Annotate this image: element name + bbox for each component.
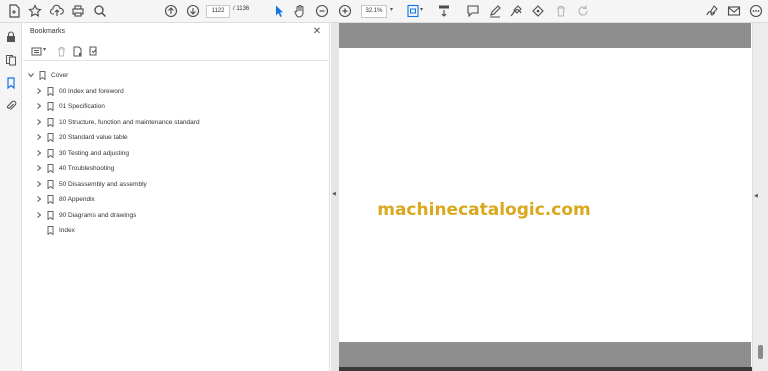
bookmark-options-icon[interactable] bbox=[30, 45, 42, 57]
hand-icon[interactable] bbox=[292, 3, 308, 19]
bookmark-icon bbox=[46, 132, 54, 142]
panel-title: Bookmarks bbox=[30, 28, 66, 35]
bookmark-item[interactable]: 80 Appendix bbox=[35, 193, 95, 205]
pen-icon[interactable] bbox=[487, 3, 503, 19]
bookmark-item[interactable]: 40 Troubleshooting bbox=[35, 162, 114, 174]
new-bookmark-icon[interactable] bbox=[71, 45, 83, 57]
stamp-icon[interactable] bbox=[530, 3, 546, 19]
bookmarks-icon[interactable] bbox=[4, 76, 18, 90]
bookmark-label: 10 Structure, function and maintenance s… bbox=[59, 118, 200, 126]
chevron-right-icon[interactable] bbox=[35, 164, 43, 172]
bookmark-icon bbox=[46, 86, 54, 96]
bookmark-label: 90 Diagrams and drawings bbox=[59, 211, 137, 219]
zoom-dropdown-icon[interactable]: ▾ bbox=[390, 6, 393, 13]
bookmark-item[interactable]: 00 Index and foreword bbox=[35, 85, 124, 97]
bookmark-icon bbox=[46, 117, 54, 127]
bookmark-item[interactable]: 90 Diagrams and drawings bbox=[35, 209, 136, 221]
page-number-input[interactable]: 1122 bbox=[206, 5, 230, 18]
bookmark-icon bbox=[46, 225, 54, 235]
fit-page-icon[interactable] bbox=[405, 3, 421, 19]
bookmark-item[interactable]: 30 Testing and adjusting bbox=[35, 147, 129, 159]
chevron-right-icon[interactable] bbox=[35, 133, 43, 141]
sign-icon[interactable] bbox=[704, 3, 720, 19]
bookmark-item-index[interactable]: Index bbox=[46, 224, 75, 236]
lock-icon[interactable] bbox=[4, 30, 18, 44]
chevron-right-icon[interactable] bbox=[35, 102, 43, 110]
bookmark-label: 00 Index and foreword bbox=[59, 87, 124, 95]
next-page-icon[interactable] bbox=[185, 3, 201, 19]
bookmark-icon bbox=[46, 163, 54, 173]
bookmark-item[interactable]: 50 Disassembly and assembly bbox=[35, 178, 147, 190]
navigation-rail bbox=[0, 23, 22, 371]
bookmarks-panel: Bookmarks ✕ ▾ Cover 00 Index and forewor… bbox=[23, 23, 330, 371]
chevron-right-icon[interactable] bbox=[35, 118, 43, 126]
collapse-arrow-icon[interactable]: ◀ bbox=[332, 191, 336, 197]
page-top-region bbox=[339, 23, 751, 48]
bookmark-toolbar: ▾ bbox=[23, 42, 330, 61]
options-dropdown-icon[interactable]: ▾ bbox=[43, 46, 46, 53]
page-bottom-region bbox=[339, 342, 751, 369]
bookmark-item[interactable]: 20 Standard value table bbox=[35, 131, 128, 143]
bottom-border bbox=[339, 367, 752, 371]
bookmark-icon bbox=[46, 210, 54, 220]
zoom-out-icon[interactable] bbox=[314, 3, 330, 19]
delete-bookmark-icon[interactable] bbox=[55, 45, 67, 57]
bookmark-item[interactable]: 10 Structure, function and maintenance s… bbox=[35, 116, 200, 128]
zoom-in-icon[interactable] bbox=[337, 3, 353, 19]
page-total: / 1136 bbox=[233, 6, 250, 12]
bookmark-icon bbox=[38, 70, 46, 80]
bookmark-label: 30 Testing and adjusting bbox=[59, 149, 129, 157]
bookmark-label: Index bbox=[59, 226, 75, 234]
print-icon[interactable] bbox=[70, 3, 86, 19]
more-icon[interactable] bbox=[748, 3, 764, 19]
star-icon[interactable] bbox=[27, 3, 43, 19]
watermark-text: machinecatalogic.com bbox=[377, 200, 591, 220]
chevron-right-icon[interactable] bbox=[35, 195, 43, 203]
select-cursor-icon[interactable] bbox=[271, 3, 287, 19]
chevron-right-icon[interactable] bbox=[35, 87, 43, 95]
vertical-scrollbar[interactable]: ◀ bbox=[752, 23, 768, 371]
expand-arrow-icon[interactable]: ◀ bbox=[754, 193, 758, 199]
chevron-down-icon[interactable] bbox=[27, 71, 35, 79]
upload-icon[interactable] bbox=[49, 3, 65, 19]
chevron-right-icon[interactable] bbox=[35, 149, 43, 157]
bookmark-label: Cover bbox=[51, 71, 69, 79]
undo-icon[interactable] bbox=[575, 3, 591, 19]
main-toolbar: 1122 / 1136 32.1% ▾ ▾ bbox=[0, 0, 768, 23]
bookmark-label: 80 Appendix bbox=[59, 195, 95, 203]
bookmark-search-icon[interactable] bbox=[87, 45, 99, 57]
document-viewer[interactable]: machinecatalogic.com bbox=[339, 23, 752, 371]
scroll-mode-icon[interactable] bbox=[436, 3, 452, 19]
prev-page-icon[interactable] bbox=[163, 3, 179, 19]
zoom-level-field[interactable]: 32.1% bbox=[361, 5, 387, 18]
fit-dropdown-icon[interactable]: ▾ bbox=[420, 6, 423, 13]
bookmark-icon bbox=[46, 194, 54, 204]
bookmark-label: 50 Disassembly and assembly bbox=[59, 180, 147, 188]
scroll-thumb[interactable] bbox=[758, 345, 763, 359]
bookmark-label: 20 Standard value table bbox=[59, 133, 128, 141]
panel-splitter[interactable]: ◀ bbox=[331, 23, 339, 371]
document-page: machinecatalogic.com bbox=[339, 48, 751, 343]
comment-icon[interactable] bbox=[465, 3, 481, 19]
chevron-right-icon[interactable] bbox=[35, 180, 43, 188]
bookmark-item[interactable]: 01 Specification bbox=[35, 100, 105, 112]
attachment-icon[interactable] bbox=[4, 99, 18, 113]
close-panel-button[interactable]: ✕ bbox=[312, 27, 322, 37]
page-thumbnails-icon[interactable] bbox=[4, 53, 18, 67]
bookmark-icon bbox=[46, 101, 54, 111]
bookmark-item-cover[interactable]: Cover bbox=[27, 69, 68, 81]
chevron-right-icon[interactable] bbox=[35, 211, 43, 219]
delete-icon[interactable] bbox=[553, 3, 569, 19]
bookmark-label: 01 Specification bbox=[59, 102, 105, 110]
search-icon[interactable] bbox=[92, 3, 108, 19]
bookmark-icon bbox=[46, 179, 54, 189]
email-icon[interactable] bbox=[726, 3, 742, 19]
create-pdf-icon[interactable] bbox=[6, 3, 22, 19]
highlight-icon[interactable] bbox=[508, 3, 524, 19]
bookmark-label: 40 Troubleshooting bbox=[59, 164, 115, 172]
bookmark-icon bbox=[46, 148, 54, 158]
